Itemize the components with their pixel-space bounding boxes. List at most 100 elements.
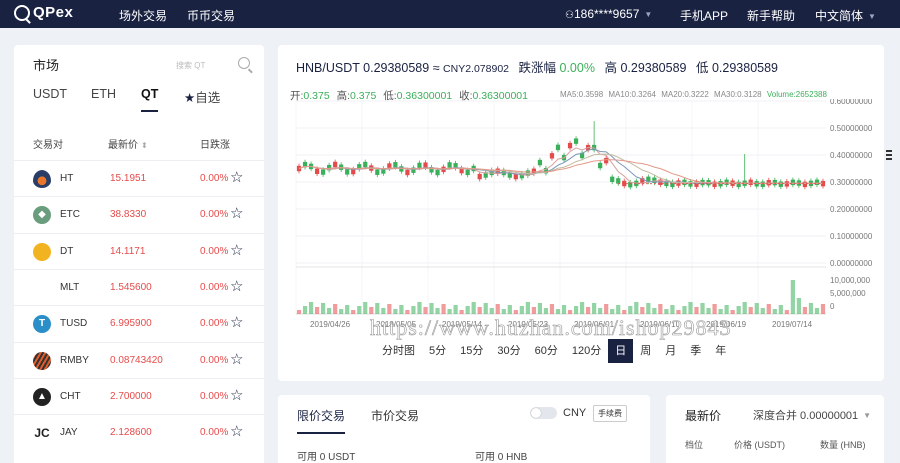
favorite-star-icon[interactable]: ☆ [230,386,243,404]
volume-bar [796,298,802,314]
coin-name: RMBY [60,354,89,366]
volume-bar [724,305,729,314]
volume-bar [327,308,332,314]
nav-mobile-app[interactable]: 手机APP [680,7,728,24]
ma20: MA20:0.3222 [661,90,709,99]
volume-bar [399,305,404,314]
period-1[interactable]: 5分 [422,339,453,363]
volume-bar [507,305,512,314]
period-7[interactable]: 周 [633,339,658,363]
market-row-ht[interactable]: HT 15.1951 0.00% ☆ [14,160,264,196]
candlestick-chart[interactable]: 0.60000000 0.50000000 0.40000000 0.30000000… [278,99,884,335]
period-9[interactable]: 季 [683,339,708,363]
volume-bar [561,305,567,314]
nav-help[interactable]: 新手帮助 [747,7,795,24]
fee-button[interactable]: 手续费 [593,405,627,422]
period-0[interactable]: 分时图 [375,339,422,363]
market-row-jay[interactable]: JC JAY 2.128600 0.00% ☆ [14,414,264,450]
depth-merge-select[interactable]: 深度合并 0.00000001 ▼ [753,407,871,423]
volume-tick-label: 0 [830,302,835,311]
market-row-mlt[interactable]: MLT 1.545600 0.00% ☆ [14,268,264,305]
ma10: MA10:0.3264 [608,90,656,99]
candle-body [345,169,350,175]
volume-bar [567,310,573,314]
depth-merge-label: 深度合并 0.00000001 [753,410,859,422]
user-phone: 186****9657 [573,7,640,21]
candle-body [778,181,783,187]
price-tick-label: 0.20000000 [830,205,873,214]
market-row-cht[interactable]: ▲ CHT 2.700000 0.00% ☆ [14,377,264,414]
header-pair: 交易对 [33,140,63,151]
ticker-approx: ≈ [432,61,440,75]
period-2[interactable]: 15分 [453,339,490,363]
coin-change: 0.00% [200,281,229,293]
period-8[interactable]: 月 [658,339,683,363]
volume-bar [447,309,452,314]
favorite-star-icon[interactable]: ☆ [230,241,243,259]
nav-coin-trading[interactable]: 币币交易 [187,7,235,24]
tab-qt[interactable]: QT [141,87,159,112]
volume-bar [417,302,422,314]
favorite-star-icon[interactable]: ☆ [230,422,243,440]
candle-body [363,161,368,168]
market-row-tusd[interactable]: T TUSD 6.995900 0.00% ☆ [14,305,264,341]
candle-body [610,176,615,183]
period-3[interactable]: 30分 [490,339,527,363]
order-panel: 限价交易 市价交易 CNY 手续费 可用 0 USDT 可用 0 HNB [278,395,650,463]
volume-bar [405,310,410,314]
tab-favorites[interactable]: ★自选 [184,87,220,106]
period-6[interactable]: 日 [608,339,634,363]
volume-bar [471,302,476,314]
user-menu[interactable]: ⚇186****9657 ▼ [565,7,652,21]
ma-line: MA5:0.3598 MA10:0.3264 MA20:0.3222 MA30:… [560,90,827,99]
tab-limit-order[interactable]: 限价交易 [297,407,346,434]
search-input[interactable]: 搜索 QT [172,57,258,75]
volume-bar [712,304,717,314]
volume-bar [483,303,488,314]
favorite-star-icon[interactable]: ☆ [230,350,243,368]
favorite-star-icon[interactable]: ☆ [230,204,243,222]
tab-usdt[interactable]: USDT [33,87,67,101]
scrollbar[interactable] [885,80,893,380]
logo[interactable]: QPex [14,4,73,21]
header-price-label: 最新价 [108,140,138,151]
depth-panel: 最新价 深度合并 0.00000001 ▼ 档位 价格 (USDT) 数量 (HN… [666,395,884,463]
cht-icon: ▲ [33,387,51,406]
coin-change: 0.00% [200,390,229,402]
candle-body [573,138,579,144]
search-icon[interactable] [238,57,250,69]
ticker-change-label: 跌涨幅 [518,61,557,75]
tab-market-order[interactable]: 市价交易 [371,407,419,424]
period-4[interactable]: 60分 [528,339,565,363]
volume-bar [549,304,555,314]
volume-bar [760,308,765,314]
volume-bar [820,304,826,314]
cny-label: CNY [563,407,587,419]
volume-bar [387,304,392,314]
language-select[interactable]: 中文简体 ▼ [815,7,876,24]
market-row-rmby[interactable]: RMBY 0.08743420 0.00% ☆ [14,341,264,378]
period-5[interactable]: 120分 [565,339,608,363]
tab-eth[interactable]: ETH [91,87,116,101]
nav-otc[interactable]: 场外交易 [119,7,167,24]
volume: Volume:2652388 [766,90,827,99]
market-row-dt[interactable]: DT 14.1171 0.00% ☆ [14,232,264,269]
market-panel: 市场 搜索 QT USDT ETH QT ★自选 交易对 最新价 ⬍ 日跌涨 HT… [14,45,264,463]
price-tick-label: 0.40000000 [830,151,873,160]
volume-bar [477,307,482,314]
volume-bar [766,304,771,314]
cny-toggle[interactable] [530,407,557,419]
price-tick-label: 0.10000000 [830,232,873,241]
rmby-icon [33,351,51,370]
header-price[interactable]: 最新价 ⬍ [108,136,148,151]
volume-bar [682,306,687,314]
volume-bar [616,305,621,314]
favorite-star-icon[interactable]: ☆ [230,168,243,186]
candle-body [405,169,410,176]
market-row-etc[interactable]: ◆ ETC 38.8330 0.00% ☆ [14,196,264,232]
favorite-star-icon[interactable]: ☆ [230,313,243,331]
period-10[interactable]: 年 [708,339,733,363]
coin-change: 0.00% [200,245,229,257]
favorite-star-icon[interactable]: ☆ [230,277,243,295]
volume-bar [579,302,585,314]
